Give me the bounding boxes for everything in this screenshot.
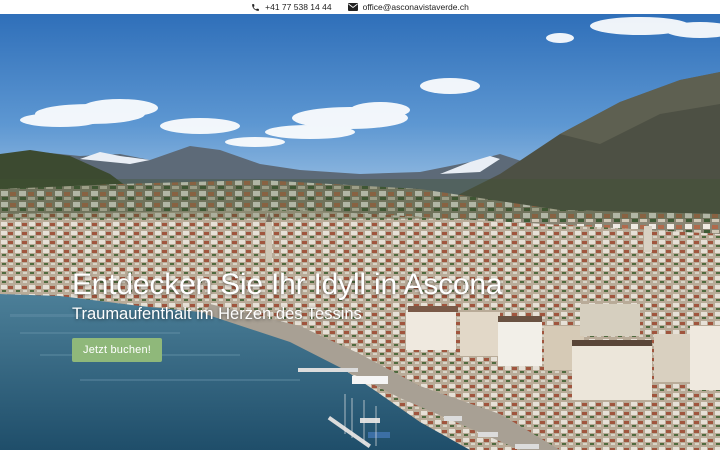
email-address: office@asconavistaverde.ch <box>362 2 469 12</box>
phone-icon <box>251 3 260 12</box>
phone-number: +41 77 538 14 44 <box>265 2 332 12</box>
hero-subtitle: Traumaufenthalt im Herzen des Tessins <box>72 305 362 323</box>
envelope-icon <box>347 3 358 11</box>
hero-background-image <box>0 14 720 450</box>
hero-content: Entdecken Sie Ihr Idyll in Ascona Trauma… <box>72 268 503 362</box>
contact-bar: +41 77 538 14 44 office@asconavistaverde… <box>0 0 720 14</box>
phone-link[interactable]: +41 77 538 14 44 <box>251 2 332 12</box>
email-link[interactable]: office@asconavistaverde.ch <box>347 2 469 12</box>
hero-section: Entdecken Sie Ihr Idyll in Ascona Trauma… <box>0 14 720 450</box>
hero-title: Entdecken Sie Ihr Idyll in Ascona <box>72 268 503 301</box>
book-now-button[interactable]: Jetzt buchen! <box>72 338 163 362</box>
